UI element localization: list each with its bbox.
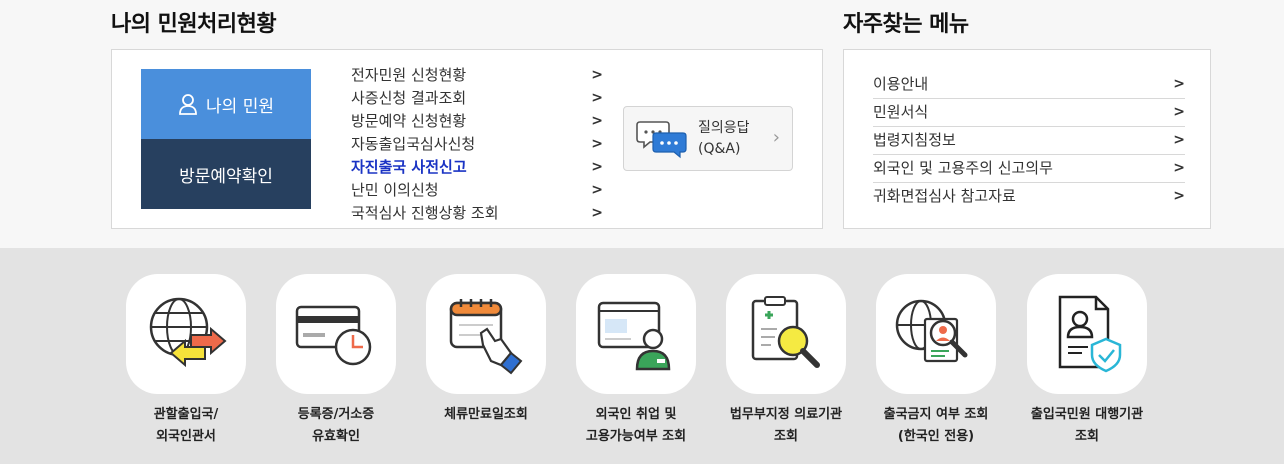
chevron-right-icon: >	[591, 182, 603, 198]
faq-item-guide[interactable]: 이용안내 >	[873, 71, 1185, 99]
medical-search-icon	[751, 296, 820, 368]
globe-arrows-icon	[149, 297, 227, 368]
user-icon	[179, 94, 197, 115]
status-link-e-application[interactable]: 전자민원 신청현황 >	[351, 64, 603, 87]
faq-item-laws[interactable]: 법령지침정보 >	[873, 127, 1185, 155]
chevron-right-icon: >	[1173, 104, 1185, 120]
my-complaints-button[interactable]: 나의 민원	[141, 69, 311, 139]
service-label: 등록증/거소증 유효확인	[297, 407, 375, 444]
service-label: 출국금지 여부 조회 (한국인 전용)	[883, 407, 989, 444]
calendar-hand-icon	[449, 299, 523, 375]
service-agency-lookup[interactable]: 출입국민원 대행기관 조회	[1012, 274, 1162, 448]
document-shield-icon	[1058, 295, 1122, 373]
faq-menu-title: 자주찾는 메뉴	[843, 12, 969, 37]
service-label: 법무부지정 의료기관 조회	[729, 407, 843, 444]
chevron-right-icon: >	[1173, 132, 1185, 148]
qa-label: 질의응답 (Q&A)	[698, 120, 750, 157]
chevron-right-icon: >	[1173, 160, 1185, 176]
status-link-visit-reservation[interactable]: 방문예약 신청현황 >	[351, 110, 603, 133]
status-link-refugee-appeal[interactable]: 난민 이의신청 >	[351, 179, 603, 202]
service-medical-institutions[interactable]: 법무부지정 의료기관 조회	[711, 274, 861, 448]
service-employment-check[interactable]: 외국인 취업 및 고용가능여부 조회	[561, 274, 711, 448]
status-link-auto-immigration[interactable]: 자동출입국심사신청 >	[351, 133, 603, 156]
chevron-right-icon: ›	[772, 127, 780, 148]
faq-menu-panel: 이용안내 > 민원서식 > 법령지침정보 > 외국인 및 고용주의 신고의무 > 귀화면…	[843, 49, 1211, 229]
chat-bubbles-icon	[636, 121, 687, 159]
chevron-right-icon: >	[591, 205, 603, 221]
faq-item-reporting-duty[interactable]: 외국인 및 고용주의 신고의무 >	[873, 155, 1185, 183]
my-complaints-label: 나의 민원	[206, 96, 274, 117]
service-departure-ban[interactable]: 출국금지 여부 조회 (한국인 전용)	[861, 274, 1011, 448]
service-label: 체류만료일조회	[444, 407, 528, 422]
chevron-right-icon: >	[1173, 76, 1185, 92]
top-section: 나의 민원처리현황 자주찾는 메뉴 나의 민원 방문예약확인 전자민원 신청현황…	[0, 0, 1284, 248]
service-label: 출입국민원 대행기관 조회	[1030, 407, 1144, 444]
status-link-visa-result[interactable]: 사증신청 결과조회 >	[351, 87, 603, 110]
status-link-nationality-review[interactable]: 국적심사 진행상황 조회 >	[351, 202, 603, 225]
service-label: 외국인 취업 및 고용가능여부 조회	[585, 407, 687, 444]
service-card-validity[interactable]: 등록증/거소증 유효확인	[261, 274, 411, 448]
service-stay-expiry[interactable]: 체류만료일조회	[411, 274, 561, 426]
service-shortcuts: 관할출입국/ 외국인관서 등록증/거소증 유효확인 체류만료일조회 외국인 취업…	[0, 248, 1284, 464]
my-status-panel: 나의 민원 방문예약확인 전자민원 신청현황 > 사증신청 결과조회 > 방문예약 …	[111, 49, 823, 229]
visit-reservation-label: 방문예약확인	[179, 166, 273, 187]
worker-screen-icon	[597, 301, 671, 371]
globe-profile-search-icon	[895, 299, 968, 363]
status-link-voluntary-departure[interactable]: 자진출국 사전신고 >	[351, 156, 603, 179]
service-jurisdiction-office[interactable]: 관할출입국/ 외국인관서	[111, 274, 261, 448]
chevron-right-icon: >	[591, 90, 603, 106]
faq-item-naturalization-interview[interactable]: 귀화면접심사 참고자료 >	[873, 183, 1185, 210]
chevron-right-icon: >	[591, 113, 603, 129]
card-clock-icon	[295, 305, 372, 366]
service-label: 관할출입국/ 외국인관서	[153, 407, 219, 444]
chevron-right-icon: >	[591, 67, 603, 83]
chevron-right-icon: >	[1173, 188, 1185, 204]
chevron-right-icon: >	[591, 159, 603, 175]
status-link-list: 전자민원 신청현황 > 사증신청 결과조회 > 방문예약 신청현황 > 자동출입국심사…	[351, 64, 603, 225]
my-status-title: 나의 민원처리현황	[111, 12, 277, 37]
faq-item-forms[interactable]: 민원서식 >	[873, 99, 1185, 127]
faq-menu-list: 이용안내 > 민원서식 > 법령지침정보 > 외국인 및 고용주의 신고의무 > 귀화면…	[873, 71, 1185, 210]
qa-button[interactable]: 질의응답 (Q&A) ›	[623, 106, 793, 171]
chevron-right-icon: >	[591, 136, 603, 152]
visit-reservation-button[interactable]: 방문예약확인	[141, 139, 311, 209]
